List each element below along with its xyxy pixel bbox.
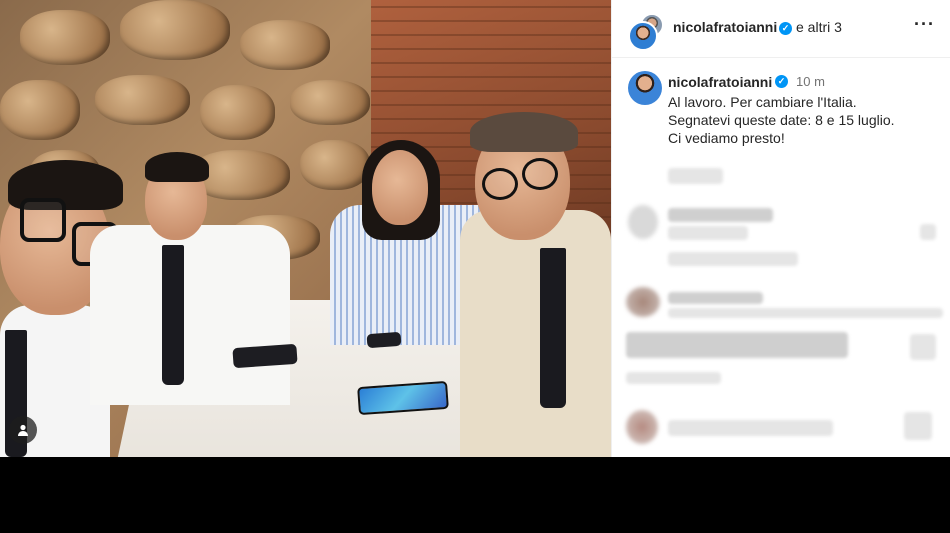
user-icon [18, 424, 28, 436]
letterbox-bar [0, 457, 950, 533]
caption-line: Ci vediamo presto! [668, 130, 785, 146]
redacted-avatar [626, 410, 658, 444]
collaborators-link[interactable]: e altri 3 [796, 19, 842, 35]
redacted-text [668, 420, 833, 436]
caption-username[interactable]: nicolafratoianni [668, 74, 772, 90]
caption-line: Al lavoro. Per cambiare l'Italia. [668, 94, 857, 110]
more-options-icon[interactable]: ··· [914, 14, 935, 35]
post-header: nicolafratoianni ✓ e altri 3 ··· [612, 0, 950, 58]
collab-avatars[interactable] [628, 13, 664, 51]
redacted-text [668, 208, 773, 222]
redacted-icon [910, 334, 936, 360]
avatar [628, 21, 658, 51]
verified-badge-icon: ✓ [779, 22, 792, 35]
verified-badge-icon: ✓ [775, 75, 788, 88]
post-photo[interactable] [0, 0, 611, 457]
redacted-icon [904, 412, 932, 440]
instagram-post: nicolafratoianni ✓ e altri 3 ··· nicolaf… [0, 0, 950, 457]
caption-avatar[interactable] [628, 71, 662, 105]
redacted-text [626, 372, 721, 384]
tagged-users-button[interactable] [9, 416, 37, 444]
redacted-avatar [626, 287, 660, 317]
redacted-text [626, 332, 848, 358]
redacted-text [668, 252, 798, 266]
redacted-text [668, 226, 748, 240]
redacted-text [668, 168, 723, 184]
phone-on-table [366, 331, 402, 349]
header-username[interactable]: nicolafratoianni [673, 19, 777, 35]
redacted-text [668, 308, 943, 318]
post-time: 10 m [796, 74, 825, 89]
caption-line: Segnatevi queste date: 8 e 15 luglio. [668, 112, 895, 128]
redacted-avatar [628, 205, 658, 239]
redacted-text [668, 292, 763, 304]
redacted-icon [920, 224, 936, 240]
post-side-panel: nicolafratoianni ✓ e altri 3 ··· nicolaf… [611, 0, 950, 457]
